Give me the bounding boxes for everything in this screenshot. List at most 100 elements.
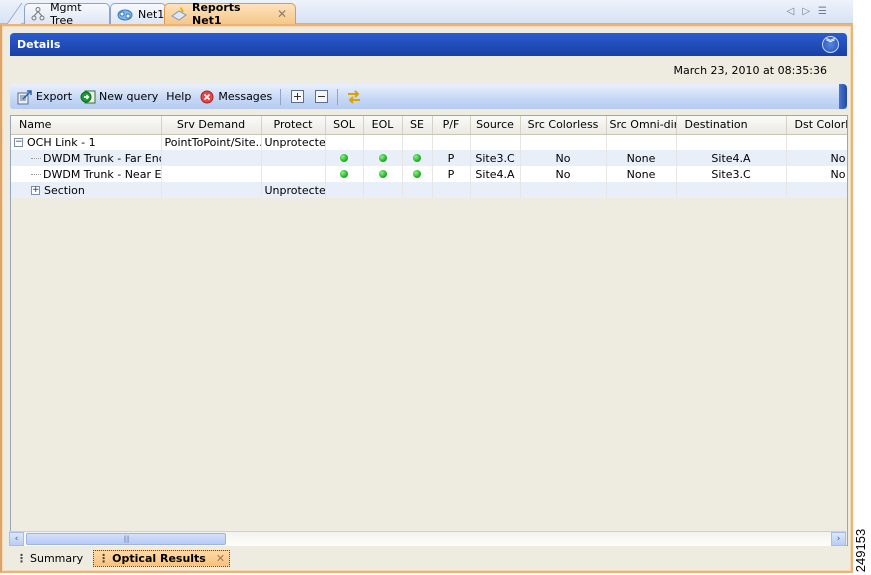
report-toolbar: Export New query Help Messages (10, 84, 847, 109)
sol-status-green-icon (340, 153, 348, 162)
row-name: DWDM Trunk - Far End (43, 151, 161, 165)
table-row[interactable]: DWDM Trunk - Near End P Site4.A No None … (11, 166, 847, 182)
se-status-green-icon (413, 153, 421, 162)
previous-tab-icon[interactable]: ◁ (787, 6, 795, 17)
details-header: Details ︾ (10, 33, 847, 56)
column-header-pf[interactable]: P/F (432, 116, 471, 135)
cell-destination: Site4.A (676, 150, 787, 166)
table-row[interactable]: + Section Unprotected (11, 182, 847, 198)
cell-pf: P (432, 150, 471, 166)
messages-button[interactable]: Messages (196, 87, 275, 107)
row-name: DWDM Trunk - Near End (43, 167, 161, 181)
report-icon (171, 7, 187, 21)
eol-status-green-icon (378, 169, 387, 178)
cell-srv-demand (161, 166, 262, 182)
table-header-row: Name Srv Demand Protect SOL EOL SE P/F S… (11, 116, 847, 135)
collapse-node-icon[interactable]: − (14, 138, 23, 148)
expand-all-icon (289, 89, 305, 105)
cell-protect: Unprotected (261, 134, 326, 150)
tab-mgmt-tree[interactable]: Mgmt Tree (24, 1, 110, 27)
tab-list-menu-icon[interactable]: ☰ (818, 6, 827, 17)
scroll-left-icon[interactable]: ‹ (9, 532, 24, 546)
cell-dst-colorless: No (786, 166, 847, 182)
grip-icon: ⋮ (98, 552, 110, 565)
table-row[interactable]: − OCH Link - 1 PointToPoint/Site… Unprote… (11, 134, 847, 150)
network-cloud-icon (117, 7, 133, 21)
swap-arrows-icon (346, 89, 362, 105)
tree-connector (31, 158, 41, 159)
cell-dst-colorless: No (786, 150, 847, 166)
row-name: OCH Link - 1 (27, 135, 96, 149)
column-header-sol[interactable]: SOL (325, 116, 364, 135)
cell-protect (261, 150, 326, 166)
reports-panel: Details ︾ March 23, 2010 at 08:35:36 Exp… (0, 24, 853, 573)
export-button[interactable]: Export (14, 87, 75, 107)
column-header-se[interactable]: SE (402, 116, 433, 135)
table-row[interactable]: DWDM Trunk - Far End P Site3.C No None S… (11, 150, 847, 166)
help-button[interactable]: Help (163, 87, 194, 107)
horizontal-scrollbar[interactable]: ‹ |||| › (9, 531, 846, 546)
cell-srv-demand (161, 182, 262, 198)
close-tab-icon[interactable]: ✕ (216, 552, 225, 565)
hierarchy-icon (31, 7, 45, 21)
error-icon (199, 89, 215, 105)
column-header-protect[interactable]: Protect (261, 116, 326, 135)
se-status-green-icon (413, 169, 421, 178)
cell-source: Site4.A (470, 166, 521, 182)
scrollbar-thumb[interactable]: |||| (26, 533, 226, 545)
tab-label: Optical Results (112, 552, 206, 565)
tab-optical-results[interactable]: ⋮ Optical Results ✕ (93, 550, 231, 567)
column-header-dst-colorless[interactable]: Dst Colorle (786, 116, 847, 135)
tab-navigation: ◁ ▷ ☰ (787, 6, 827, 17)
tab-summary[interactable]: ⋮ Summary (12, 550, 87, 567)
cell-src-colorless: No (520, 150, 607, 166)
tab-label: Summary (30, 552, 84, 565)
cell-source: Site3.C (470, 150, 521, 166)
column-header-name[interactable]: Name (11, 116, 162, 135)
cell-protect (261, 166, 326, 182)
cell-src-colorless: No (520, 166, 607, 182)
eol-status-green-icon (378, 153, 387, 162)
column-header-eol[interactable]: EOL (363, 116, 403, 135)
export-icon (17, 89, 33, 105)
new-query-button[interactable]: New query (77, 87, 161, 107)
column-header-destination[interactable]: Destination (676, 116, 787, 135)
cell-destination: Site3.C (676, 166, 787, 182)
collapse-all-icon (313, 89, 329, 105)
toolbar-separator (280, 88, 282, 105)
column-header-src-omni-dir[interactable]: Src Omni-dir (606, 116, 677, 135)
expand-node-icon[interactable]: + (31, 186, 40, 195)
cell-protect: Unprotected (261, 182, 326, 198)
tab-reports-net1[interactable]: Reports Net1 ✕ (164, 1, 296, 27)
optical-results-table: Name Srv Demand Protect SOL EOL SE P/F S… (10, 115, 848, 546)
swap-button[interactable] (343, 87, 365, 107)
bottom-tab-bar: ⋮ Summary ⋮ Optical Results ✕ (12, 550, 231, 567)
cell-src-omni-dir: None (606, 166, 677, 182)
column-header-source[interactable]: Source (470, 116, 521, 135)
report-timestamp: March 23, 2010 at 08:35:36 (673, 64, 827, 77)
details-title: Details (17, 38, 61, 51)
messages-label: Messages (218, 90, 273, 103)
scroll-right-icon[interactable]: › (831, 532, 846, 546)
collapse-all-button[interactable] (310, 87, 332, 107)
new-query-icon (80, 89, 96, 105)
row-name: Section (44, 183, 85, 197)
cell-pf: P (432, 166, 471, 182)
new-query-label: New query (99, 90, 159, 103)
cell-srv-demand (161, 150, 262, 166)
editor-tab-strip: Mgmt Tree Net1 Reports Net1 ✕ ◁ ▷ ☰ (0, 0, 853, 27)
next-tab-icon[interactable]: ▷ (802, 6, 810, 17)
tree-connector (31, 174, 41, 175)
close-tab-icon[interactable]: ✕ (277, 7, 287, 21)
sol-status-green-icon (340, 169, 348, 178)
double-chevron-down-icon[interactable]: ︾ (822, 36, 839, 53)
cell-src-omni-dir: None (606, 150, 677, 166)
tab-net1[interactable]: Net1 (110, 3, 166, 24)
grip-icon: ⋮ (16, 552, 27, 565)
column-header-src-colorless[interactable]: Src Colorless (520, 116, 607, 135)
help-label: Help (166, 90, 192, 103)
expand-all-button[interactable] (286, 87, 308, 107)
tab-label: Net1 (138, 7, 165, 21)
toolbar-separator (337, 88, 339, 105)
column-header-srv-demand[interactable]: Srv Demand (161, 116, 262, 135)
